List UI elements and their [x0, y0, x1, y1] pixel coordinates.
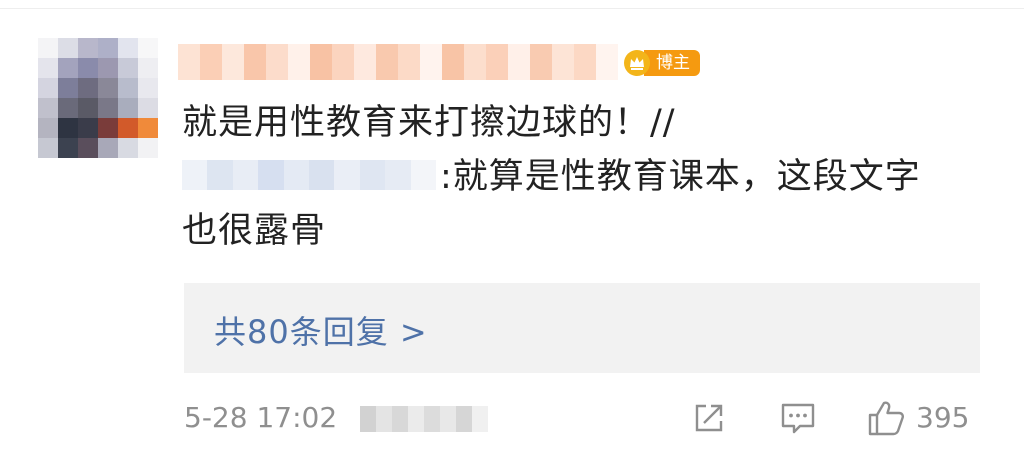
like-count: 395 — [916, 401, 970, 434]
replies-box: 共80条回复 > — [184, 283, 980, 373]
top-divider — [0, 8, 1024, 9]
username-redacted[interactable] — [178, 44, 618, 80]
comment-icon — [781, 403, 815, 434]
timestamp: 5-28 17:02 — [184, 401, 338, 434]
comment-footer: 5-28 17:02 395 — [184, 398, 984, 438]
like-button[interactable]: 395 — [866, 400, 969, 436]
crown-icon — [624, 50, 650, 76]
view-replies-link[interactable]: 共80条回复 > — [214, 307, 428, 353]
avatar[interactable] — [38, 38, 158, 158]
comment-text: 就是用性教育来打擦边球的！// :就算是性教育课本，这段文字 也很露骨 — [182, 96, 982, 258]
comment-line-text: :就算是性教育课本，这段文字 — [440, 157, 921, 197]
comment-button[interactable] — [780, 400, 816, 436]
thumbs-up-icon — [868, 401, 904, 436]
comment-line: 就是用性教育来打擦边球的！// — [182, 103, 676, 143]
mention-redacted[interactable] — [182, 160, 436, 190]
comment-line: :就算是性教育课本，这段文字 — [182, 150, 982, 204]
blogger-badge: 博主 — [624, 48, 700, 78]
share-button[interactable] — [692, 400, 726, 436]
share-icon — [695, 404, 723, 432]
badge-label: 博主 — [644, 50, 700, 76]
source-redacted — [360, 406, 488, 432]
comment-card: 博主 就是用性教育来打擦边球的！// :就算是性教育课本，这段文字 也很露骨 共… — [0, 0, 1024, 457]
comment-line: 也很露骨 — [182, 211, 327, 251]
